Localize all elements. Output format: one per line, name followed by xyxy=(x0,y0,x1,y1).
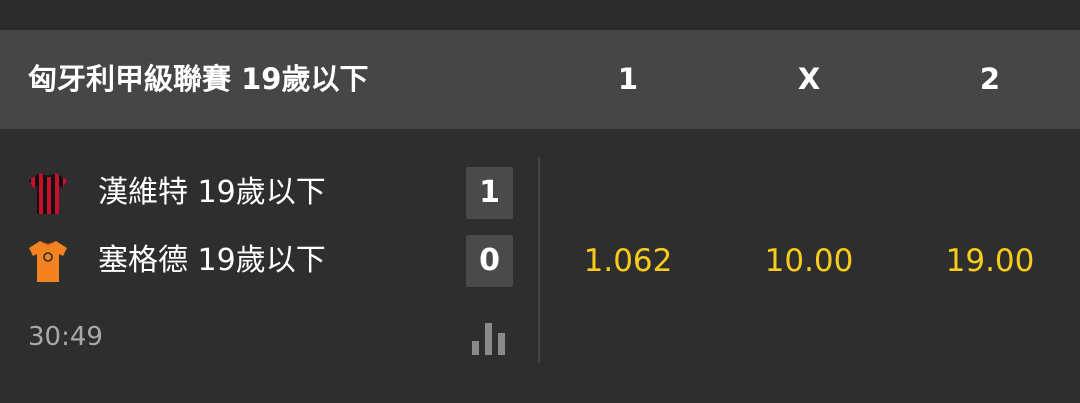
bar-chart-icon[interactable] xyxy=(470,319,508,357)
event-row[interactable]: 漢維特 19歲以下 1 塞格德 19歲以下 0 30:49 1.062 10.0… xyxy=(0,129,1080,403)
column-divider xyxy=(538,157,540,363)
match-clock: 30:49 xyxy=(28,322,103,352)
home-team-row[interactable]: 漢維特 19歲以下 1 xyxy=(0,167,530,219)
away-team-name: 塞格德 19歲以下 xyxy=(98,243,326,278)
odds-home-button[interactable]: 1.062 xyxy=(558,233,698,289)
top-strip xyxy=(0,0,1080,30)
red-black-striped-jersey-icon xyxy=(29,173,67,214)
column-header-home: 1 xyxy=(617,62,639,96)
league-header[interactable]: 匈牙利甲級聯賽 19歲以下 1 X 2 xyxy=(0,30,1080,129)
away-team-score: 0 xyxy=(466,235,513,287)
column-header-draw: X xyxy=(797,62,821,96)
orange-jersey-icon xyxy=(29,241,67,282)
league-title: 匈牙利甲級聯賽 19歲以下 xyxy=(28,62,369,96)
column-header-away: 2 xyxy=(979,62,1001,96)
home-team-name: 漢維特 19歲以下 xyxy=(98,175,326,210)
odds-away-button[interactable]: 19.00 xyxy=(920,233,1060,289)
odds-draw-button[interactable]: 10.00 xyxy=(739,233,879,289)
home-team-score: 1 xyxy=(466,167,513,219)
away-team-row[interactable]: 塞格德 19歲以下 0 xyxy=(0,235,530,287)
live-betting-page: 匈牙利甲級聯賽 19歲以下 1 X 2 漢維特 19歲以下 1 塞格德 19歲以… xyxy=(0,0,1080,403)
